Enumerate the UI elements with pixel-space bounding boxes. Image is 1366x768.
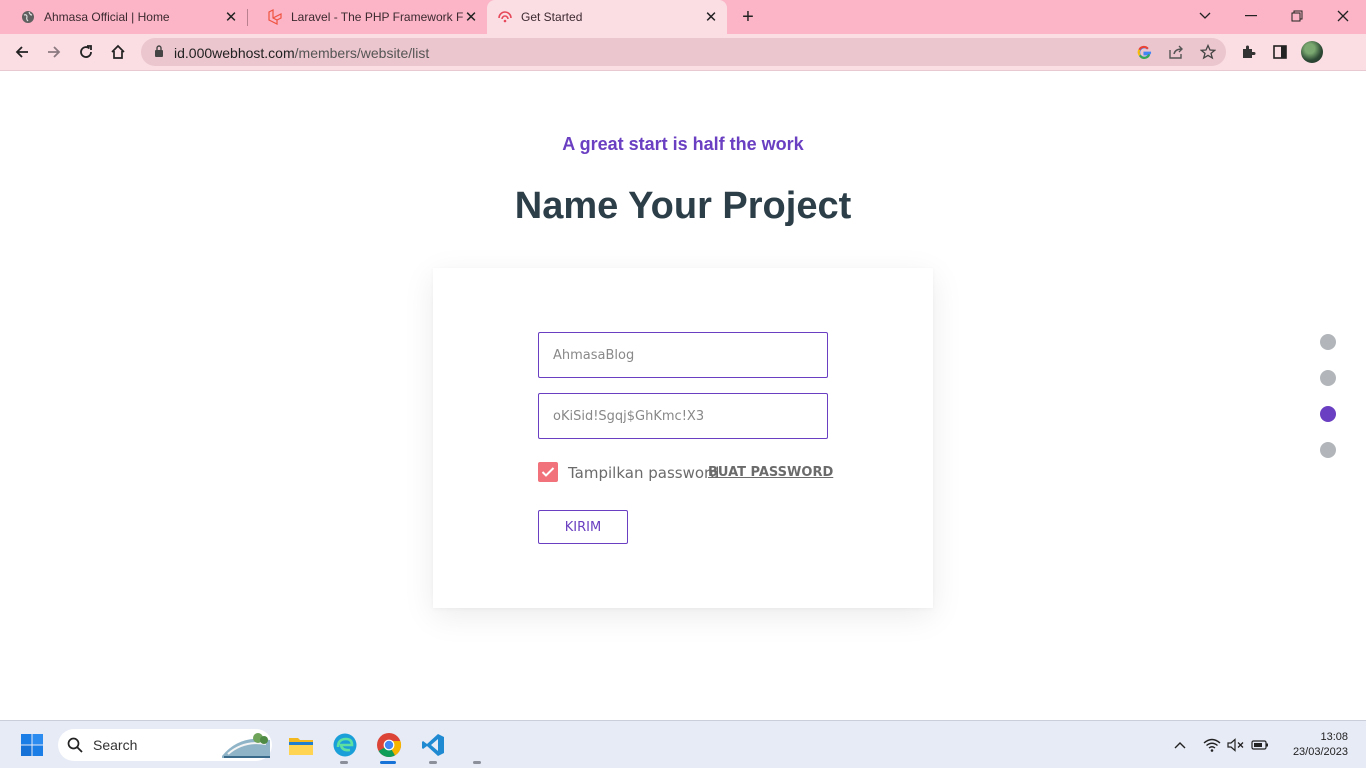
battery-icon[interactable] — [1250, 735, 1270, 755]
back-icon[interactable] — [10, 40, 34, 64]
browser-tab-bar: Ahmasa Official | Home ✕ Laravel - The P… — [0, 0, 1366, 34]
000webhost-icon — [497, 9, 513, 25]
edge-icon[interactable] — [331, 731, 359, 759]
close-window-icon[interactable] — [1331, 5, 1355, 27]
tab-search-icon[interactable] — [1193, 5, 1217, 27]
laravel-icon — [267, 9, 283, 25]
app-indicator-active — [380, 761, 396, 764]
bookmark-star-icon[interactable] — [1200, 44, 1216, 60]
forward-icon[interactable] — [42, 40, 66, 64]
tab-title: Get Started — [521, 10, 583, 24]
close-tab-icon[interactable]: ✕ — [223, 9, 239, 26]
chrome-icon[interactable] — [375, 731, 403, 759]
show-password-label[interactable]: Tampilkan password — [568, 464, 719, 482]
volume-muted-icon[interactable] — [1226, 735, 1246, 755]
step-dot-2[interactable] — [1320, 370, 1336, 386]
step-dot-4[interactable] — [1320, 442, 1336, 458]
minimize-icon[interactable] — [1239, 5, 1263, 27]
globe-icon — [20, 9, 36, 25]
lock-icon[interactable] — [154, 45, 164, 63]
url-text: id.000webhost.com/members/website/list — [174, 45, 429, 61]
app-indicator — [429, 761, 437, 764]
side-panel-icon[interactable] — [1270, 42, 1290, 62]
show-hidden-icons-icon[interactable] — [1170, 735, 1190, 755]
page-kicker: A great start is half the work — [562, 134, 804, 154]
checkmark-icon — [541, 467, 555, 477]
show-password-checkbox[interactable] — [538, 462, 558, 482]
app-indicator — [340, 761, 348, 764]
tab-laravel[interactable]: Laravel - The PHP Framework For ✕ — [247, 0, 487, 34]
submit-button[interactable]: KIRIM — [538, 510, 628, 544]
password-input[interactable] — [538, 393, 828, 439]
address-bar[interactable]: id.000webhost.com/members/website/list — [141, 38, 1226, 66]
search-icon — [67, 737, 83, 758]
tab-title: Laravel - The PHP Framework For — [291, 10, 463, 24]
reload-icon[interactable] — [74, 40, 98, 64]
new-tab-icon[interactable]: + — [738, 7, 758, 27]
step-dot-1[interactable] — [1320, 334, 1336, 350]
clock-time: 13:08 — [1320, 731, 1348, 743]
tab-get-started[interactable]: Get Started ✕ — [487, 0, 727, 34]
tab-ahmasa-official[interactable]: Ahmasa Official | Home ✕ — [0, 0, 247, 34]
project-name-input[interactable] — [538, 332, 828, 378]
tab-title: Ahmasa Official | Home — [44, 10, 170, 24]
taskbar: Search 13:08 23/03/2023 — [0, 720, 1366, 768]
generate-password-link[interactable]: BUAT PASSWORD — [708, 465, 833, 480]
app-indicator — [473, 761, 481, 764]
home-icon[interactable] — [106, 40, 130, 64]
system-clock[interactable]: 13:08 23/03/2023 — [1280, 730, 1348, 760]
close-tab-icon[interactable]: ✕ — [463, 9, 479, 26]
search-highlight-icon — [220, 730, 272, 765]
step-dot-3[interactable] — [1320, 406, 1336, 422]
browser-toolbar: id.000webhost.com/members/website/list — [0, 34, 1366, 71]
windows-start-icon[interactable] — [18, 731, 46, 759]
google-icon[interactable] — [1136, 44, 1152, 60]
taskbar-search[interactable]: Search — [58, 729, 272, 761]
extensions-icon[interactable] — [1238, 42, 1258, 62]
restore-icon[interactable] — [1285, 5, 1309, 27]
close-tab-icon[interactable]: ✕ — [703, 9, 719, 26]
profile-avatar[interactable] — [1301, 41, 1323, 63]
share-icon[interactable] — [1168, 44, 1184, 60]
clock-date: 23/03/2023 — [1292, 746, 1348, 758]
url-path: /members/website/list — [294, 45, 430, 61]
file-explorer-icon[interactable] — [287, 731, 315, 759]
url-host: id.000webhost.com — [174, 45, 295, 61]
wifi-icon[interactable] — [1202, 735, 1222, 755]
page-title: Name Your Project — [514, 185, 852, 227]
search-label: Search — [93, 737, 138, 753]
vscode-icon[interactable] — [419, 731, 447, 759]
